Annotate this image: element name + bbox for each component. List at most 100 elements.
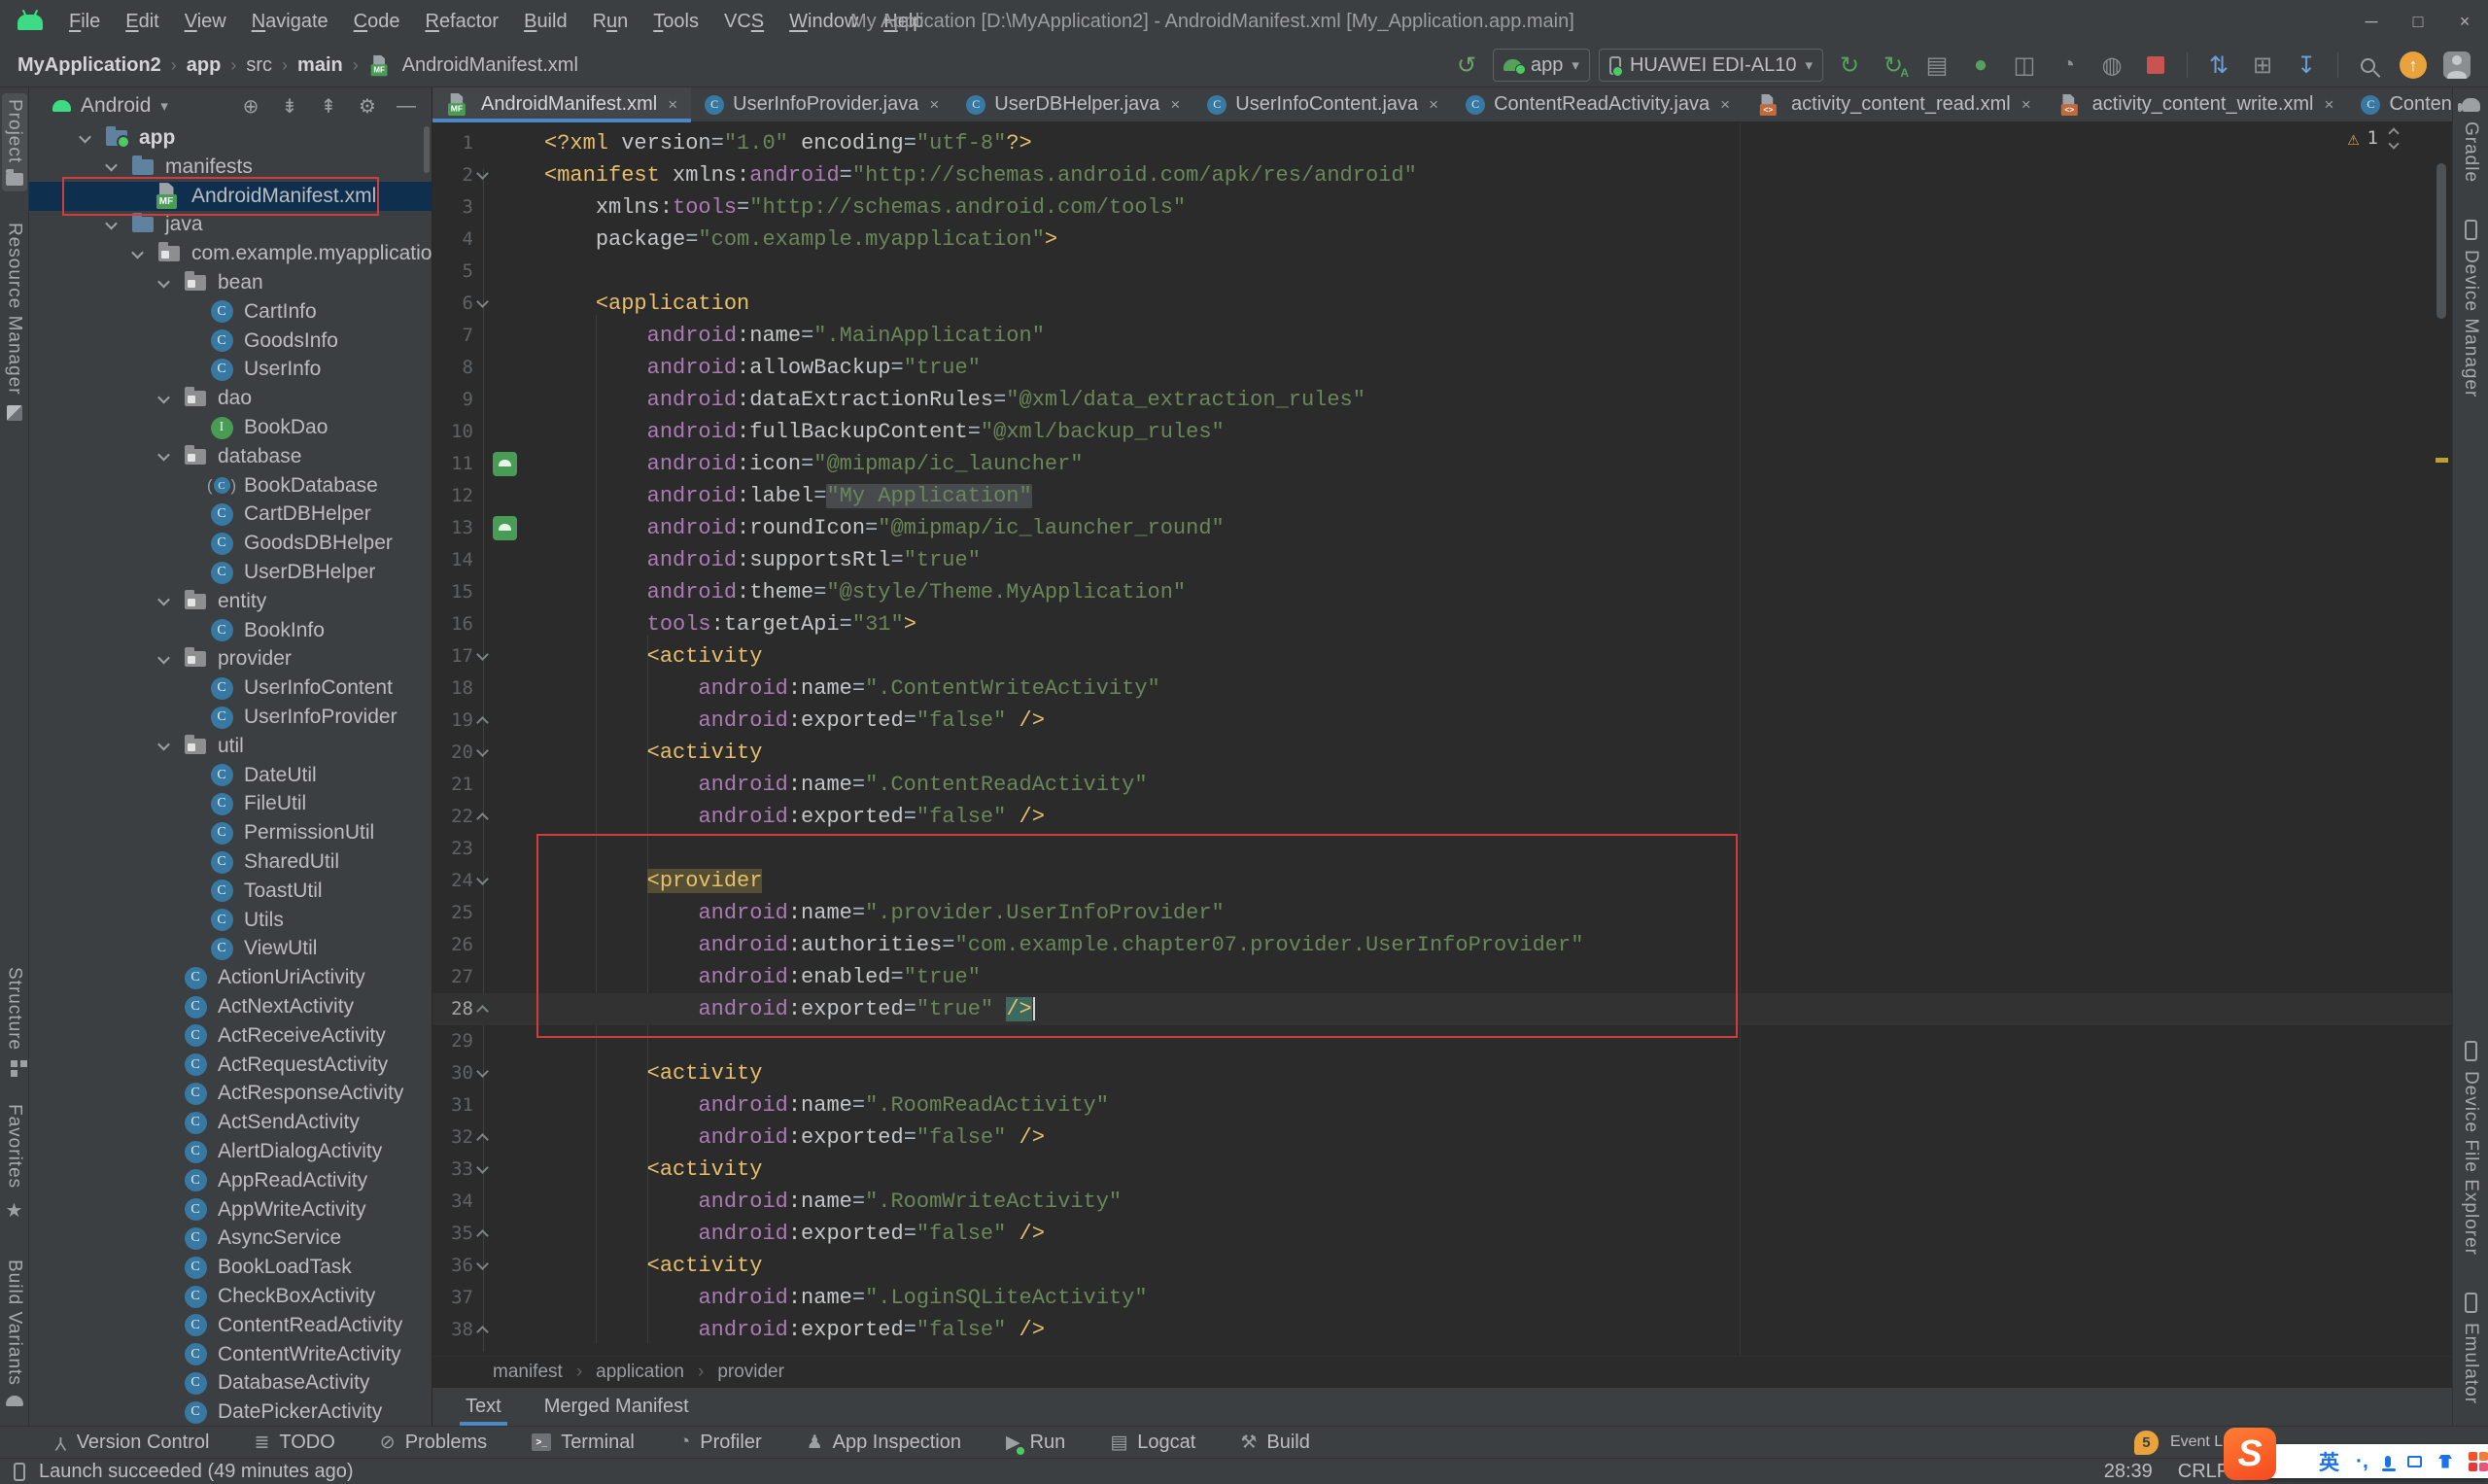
fold-marker-icon[interactable]: [476, 1005, 489, 1018]
xml-breadcrumb-application[interactable]: application: [596, 1362, 684, 1383]
ime-skin-icon[interactable]: [2438, 1454, 2452, 1468]
android-launcher-icon[interactable]: [493, 516, 517, 540]
toolwindow-version-control[interactable]: Y Version Control: [54, 1432, 209, 1454]
inspections-widget[interactable]: ⚠ 1: [2348, 126, 2400, 150]
tree-chevron-icon[interactable]: [157, 391, 183, 404]
menu-run[interactable]: Run: [580, 11, 641, 33]
sync-device-icon[interactable]: ⇅: [2201, 49, 2236, 82]
fold-marker-icon[interactable]: [476, 1065, 489, 1078]
sdk-manager-icon[interactable]: ↧: [2289, 49, 2324, 82]
menu-view[interactable]: View: [172, 11, 239, 33]
collapse-all-icon[interactable]: ⇞: [313, 91, 344, 121]
tree-item-bookloadtask[interactable]: C BookLoadTask: [29, 1253, 432, 1282]
tree-item-userdbhelper[interactable]: C UserDBHelper: [29, 558, 432, 587]
fold-marker-icon[interactable]: [476, 1229, 489, 1242]
run-tasks-icon[interactable]: ▤: [1919, 49, 1954, 82]
profile-avatar-icon[interactable]: [2439, 49, 2474, 82]
toolwindow-problems[interactable]: ⊘ Problems: [380, 1432, 487, 1454]
error-stripe-warning-mark[interactable]: [2436, 458, 2448, 463]
tree-item-fileutil[interactable]: C FileUtil: [29, 789, 432, 818]
ime-toolbox-icon[interactable]: [2468, 1451, 2488, 1471]
menu-navigate[interactable]: Navigate: [239, 11, 341, 33]
close-tab-icon[interactable]: ×: [2022, 95, 2031, 115]
close-tab-icon[interactable]: ×: [1170, 95, 1180, 115]
apply-changes-icon[interactable]: ↻: [1832, 49, 1867, 82]
toolwindow-todo[interactable]: ≣ TODO: [254, 1432, 334, 1454]
close-tab-icon[interactable]: ×: [1720, 95, 1730, 115]
search-everywhere-icon[interactable]: [2352, 49, 2387, 82]
tree-item-java[interactable]: java: [29, 210, 432, 239]
tab-contentreadactivity-java[interactable]: C ContentReadActivity.java ×: [1452, 87, 1744, 121]
tab-userinfocontent-java[interactable]: C UserInfoContent.java ×: [1193, 87, 1452, 121]
sogou-ime-logo-icon[interactable]: S: [2224, 1428, 2276, 1480]
tree-item-cartdbhelper[interactable]: C CartDBHelper: [29, 500, 432, 529]
android-launcher-icon[interactable]: [493, 452, 517, 476]
project-view-selector[interactable]: Android: [81, 94, 151, 118]
tree-item-bookinfo[interactable]: C BookInfo: [29, 616, 432, 645]
breadcrumb-item-myapplication2[interactable]: MyApplication2: [17, 54, 161, 77]
fold-marker-icon[interactable]: [476, 1326, 489, 1338]
menu-build[interactable]: Build: [511, 11, 579, 33]
minimize-button[interactable]: ─: [2348, 0, 2395, 44]
line-separator-indicator[interactable]: CRLF: [2178, 1461, 2229, 1483]
sync-project-icon[interactable]: ↺: [1449, 49, 1484, 82]
tree-chevron-icon[interactable]: [157, 594, 183, 606]
device-select[interactable]: HUAWEI EDI-AL10 ▾: [1598, 49, 1823, 82]
keyboard-icon[interactable]: [2407, 1455, 2423, 1467]
menu-file[interactable]: File: [56, 11, 113, 33]
tree-item-bean[interactable]: bean: [29, 268, 432, 297]
tree-item-userinfocontent[interactable]: C UserInfoContent: [29, 673, 432, 703]
close-tab-icon[interactable]: ×: [668, 95, 677, 115]
tool-stripe-project[interactable]: Project: [1, 93, 27, 192]
tool-stripe-gradle[interactable]: Gradle: [2457, 92, 2483, 189]
tree-item-dateutil[interactable]: C DateUtil: [29, 761, 432, 790]
ime-punctuation-indicator[interactable]: ·,: [2356, 1450, 2368, 1473]
toolwindow-build[interactable]: ⚒ Build: [1240, 1432, 1310, 1454]
device-manager-icon[interactable]: ⊞: [2245, 49, 2280, 82]
fold-marker-icon[interactable]: [476, 812, 489, 825]
apply-code-changes-icon[interactable]: ↻ A: [1876, 49, 1911, 82]
breadcrumb-item-androidmanifest-xml[interactable]: AndroidManifest.xml: [368, 52, 578, 79]
microphone-icon[interactable]: [2382, 1455, 2396, 1471]
fold-marker-icon[interactable]: [476, 873, 489, 885]
tree-chevron-icon[interactable]: [157, 275, 183, 288]
tree-chevron-icon[interactable]: [105, 217, 130, 230]
tree-item-checkboxactivity[interactable]: C CheckBoxActivity: [29, 1282, 432, 1311]
run-configuration-select[interactable]: app ▾: [1493, 49, 1590, 82]
tree-item-cartinfo[interactable]: C CartInfo: [29, 297, 432, 327]
fold-marker-icon[interactable]: [476, 1258, 489, 1270]
tree-item-actrequestactivity[interactable]: C ActRequestActivity: [29, 1051, 432, 1080]
menu-edit[interactable]: Edit: [113, 11, 171, 33]
expand-all-icon[interactable]: ⇟: [274, 91, 305, 121]
stop-icon[interactable]: [2138, 49, 2173, 82]
locate-icon[interactable]: ⊕: [235, 91, 266, 121]
tree-item-bookdatabase[interactable]: (C) BookDatabase: [29, 471, 432, 500]
toolwindow-profiler[interactable]: ◔ Profiler: [679, 1432, 762, 1454]
tree-item-userinfoprovider[interactable]: C UserInfoProvider: [29, 703, 432, 732]
tree-chevron-icon[interactable]: [131, 246, 156, 259]
tree-chevron-icon[interactable]: [79, 130, 104, 143]
settings-icon[interactable]: ⚙: [352, 91, 383, 121]
fold-marker-icon[interactable]: [476, 744, 489, 757]
tree-item-asyncservice[interactable]: C AsyncService: [29, 1224, 432, 1253]
tree-item-manifests[interactable]: manifests: [29, 153, 432, 182]
next-prev-warning[interactable]: [2388, 126, 2400, 150]
menu-tools[interactable]: Tools: [640, 11, 711, 33]
breadcrumb-item-src[interactable]: src: [246, 54, 272, 77]
tree-item-androidmanifest-xml[interactable]: AndroidManifest.xml: [29, 181, 432, 211]
tool-stripe-device-file-explorer[interactable]: Device File Explorer: [2436, 1035, 2488, 1261]
menu-vcs[interactable]: VCS: [711, 11, 777, 33]
tab-activity-content-write-xml[interactable]: activity_content_write.xml ×: [2045, 87, 2348, 121]
close-tab-icon[interactable]: ×: [1429, 95, 1438, 115]
tree-item-actionuriactivity[interactable]: C ActionUriActivity: [29, 963, 432, 992]
tab-merged-manifest[interactable]: Merged Manifest: [544, 1388, 689, 1426]
tree-scrollbar[interactable]: [424, 126, 430, 173]
tool-stripe-structure[interactable]: Structure: [2, 961, 27, 1073]
tab-userinfoprovider-java[interactable]: C UserInfoProvider.java ×: [691, 87, 952, 121]
editor-scrollbar[interactable]: [2436, 163, 2446, 319]
maximize-button[interactable]: □: [2395, 0, 2441, 44]
tree-item-app[interactable]: app: [29, 123, 432, 153]
tree-item-actresponseactivity[interactable]: C ActResponseActivity: [29, 1079, 432, 1108]
tree-item-dao[interactable]: dao: [29, 384, 432, 413]
code-editor[interactable]: 1 <?xml version="1.0" encoding="utf-8"?> 2…: [432, 122, 2452, 1356]
